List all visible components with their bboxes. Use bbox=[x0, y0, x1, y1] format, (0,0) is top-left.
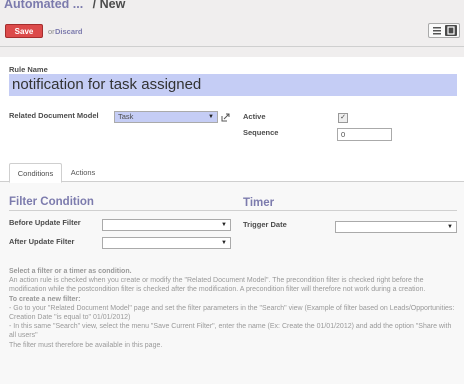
help-line-1: Select a filter or a timer as condition. bbox=[9, 268, 132, 275]
after-update-filter-label: After Update Filter bbox=[9, 237, 75, 246]
help-line-2: An action rule is checked when you creat… bbox=[9, 277, 426, 294]
trigger-date-label: Trigger Date bbox=[243, 220, 287, 229]
chevron-down-icon: ▼ bbox=[221, 240, 227, 246]
breadcrumb: Automated ... / New bbox=[4, 0, 125, 11]
or-text: or bbox=[48, 27, 55, 36]
list-view-icon[interactable] bbox=[431, 25, 443, 36]
breadcrumb-current: New bbox=[99, 0, 126, 11]
breadcrumb-parent-link[interactable]: Automated ... bbox=[4, 0, 83, 11]
related-model-select[interactable]: Task ▼ bbox=[114, 111, 218, 123]
tab-actions[interactable]: Actions bbox=[66, 163, 100, 182]
related-model-value: Task bbox=[118, 112, 134, 121]
discard-button[interactable]: Discard bbox=[55, 27, 83, 36]
save-button[interactable]: Save bbox=[5, 24, 43, 38]
help-text: Select a filter or a timer as condition.… bbox=[9, 267, 459, 350]
breadcrumb-separator: / bbox=[92, 0, 97, 11]
external-link-icon[interactable] bbox=[221, 113, 230, 122]
sequence-input[interactable]: 0 bbox=[337, 128, 392, 141]
rule-name-label: Rule Name bbox=[9, 65, 48, 74]
chevron-down-icon: ▼ bbox=[221, 222, 227, 228]
after-update-filter-select[interactable]: ▼ bbox=[102, 237, 231, 249]
filter-condition-heading: Filter Condition bbox=[9, 196, 94, 208]
chevron-down-icon: ▼ bbox=[208, 114, 214, 120]
section-divider bbox=[9, 210, 457, 211]
help-line-6: The filter must therefore be available i… bbox=[9, 341, 163, 349]
trigger-date-select[interactable]: ▼ bbox=[335, 221, 457, 233]
chevron-down-icon: ▼ bbox=[447, 224, 453, 230]
help-line-4: - Go to your "Related Document Model" pa… bbox=[9, 304, 455, 322]
help-line-3: To create a new filter: bbox=[9, 295, 81, 303]
active-label: Active bbox=[243, 112, 266, 121]
related-model-label: Related Document Model bbox=[9, 111, 99, 120]
before-update-filter-select[interactable]: ▼ bbox=[102, 219, 231, 231]
view-switcher bbox=[428, 23, 460, 38]
timer-heading: Timer bbox=[243, 197, 275, 209]
sequence-label: Sequence bbox=[243, 128, 279, 137]
top-bar: Automated ... / New Save or Discard bbox=[0, 0, 464, 47]
active-checkbox[interactable]: ✓ bbox=[338, 113, 348, 123]
form-view-icon[interactable] bbox=[445, 25, 457, 36]
before-update-filter-label: Before Update Filter bbox=[9, 218, 81, 227]
rule-name-input[interactable]: notification for task assigned bbox=[9, 74, 457, 96]
help-line-5: - In this same "Search" view, select the… bbox=[9, 323, 452, 340]
tab-conditions[interactable]: Conditions bbox=[9, 163, 62, 183]
